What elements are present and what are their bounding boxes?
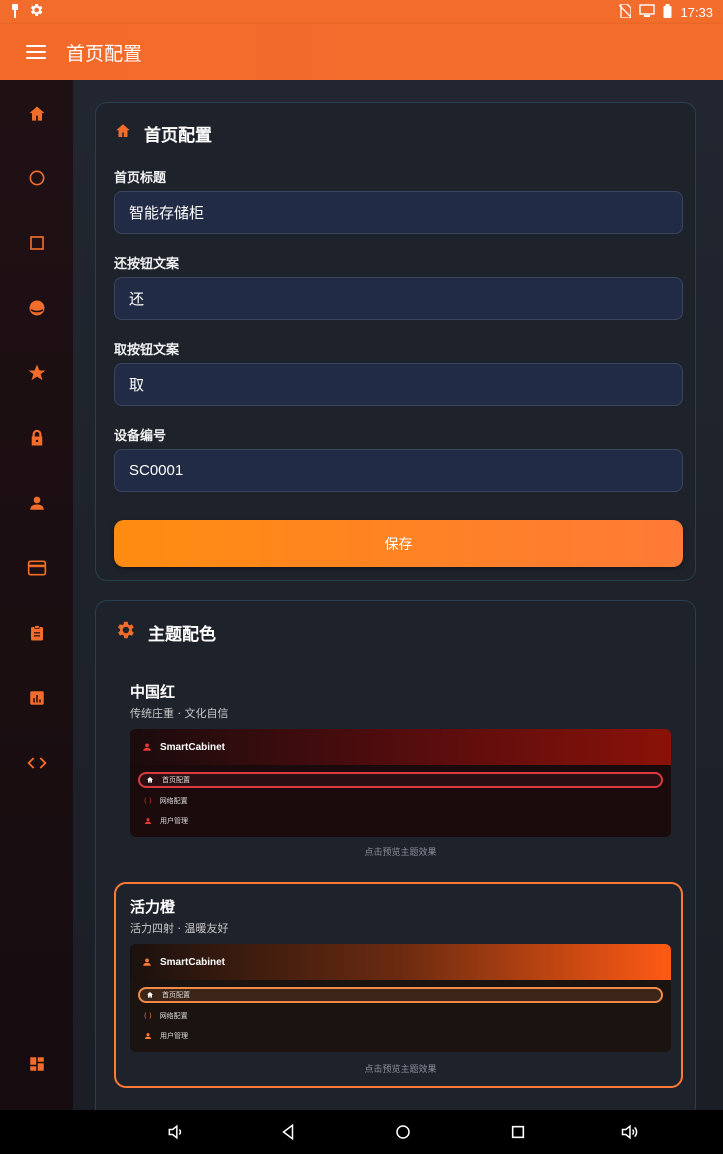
preview-item: 用户管理 bbox=[138, 813, 663, 829]
home-config-title: 首页配置 bbox=[144, 126, 212, 146]
clipboard-icon[interactable] bbox=[25, 621, 49, 645]
circle-icon[interactable] bbox=[25, 166, 49, 190]
theme-preview: SmartCabinet 首页配置 ( ) 网络配置 用户管理 bbox=[130, 944, 671, 1052]
app-bar: 首页配置 bbox=[0, 24, 723, 80]
home-config-card: 首页配置 首页标题 智能存储柜 还按钮文案 还 取按钮文案 取 设备编号 SC0… bbox=[95, 102, 696, 581]
take-button-text-input[interactable]: 取 bbox=[114, 363, 683, 406]
lock-icon[interactable] bbox=[25, 426, 49, 450]
home-config-icon bbox=[114, 122, 132, 145]
gear-icon bbox=[114, 619, 136, 646]
main-content: 首页配置 首页标题 智能存储柜 还按钮文案 还 取按钮文案 取 设备编号 SC0… bbox=[73, 80, 723, 1110]
no-sim-icon bbox=[618, 2, 633, 21]
theme-config-header: 主题配色 bbox=[114, 619, 216, 646]
theme-option-vibrant-orange[interactable]: 活力橙 活力四射 · 温暖友好 SmartCabinet 首页配置 ( ) 网络… bbox=[114, 882, 683, 1088]
menu-icon[interactable] bbox=[26, 45, 46, 59]
battery-icon bbox=[663, 3, 672, 21]
field-label-title: 首页标题 bbox=[114, 171, 167, 186]
home-config-header: 首页配置 bbox=[114, 121, 212, 146]
navigation-rail bbox=[0, 80, 73, 1110]
cast-icon bbox=[639, 3, 656, 21]
preview-brand: SmartCabinet bbox=[160, 956, 226, 968]
field-label-device: 设备编号 bbox=[114, 429, 167, 444]
preview-hint: 点击预览主题效果 bbox=[364, 1065, 437, 1075]
return-button-text-input[interactable]: 还 bbox=[114, 277, 683, 320]
preview-brand: SmartCabinet bbox=[160, 741, 226, 753]
back-icon[interactable] bbox=[276, 1120, 300, 1144]
chart-icon[interactable] bbox=[25, 686, 49, 710]
preview-item: 首页配置 bbox=[138, 987, 663, 1003]
page-title: 首页配置 bbox=[66, 42, 143, 65]
status-bar: 17:33 bbox=[0, 0, 723, 24]
theme-config-title: 主题配色 bbox=[148, 625, 216, 645]
preview-item: 首页配置 bbox=[138, 772, 663, 788]
settings-status-icon bbox=[28, 2, 44, 22]
field-label-return: 还按钮文案 bbox=[114, 257, 180, 272]
code-icon[interactable] bbox=[25, 751, 49, 775]
preview-header: SmartCabinet bbox=[130, 944, 671, 980]
theme-option-china-red[interactable]: 中国红 传统庄重 · 文化自信 SmartCabinet 首页配置 ( ) 网络… bbox=[114, 665, 683, 865]
preview-hint: 点击预览主题效果 bbox=[364, 848, 437, 858]
theme-preview: SmartCabinet 首页配置 ( ) 网络配置 用户管理 bbox=[130, 729, 671, 837]
theme-desc: 活力四射 · 温暖友好 bbox=[130, 922, 229, 935]
recents-icon[interactable] bbox=[506, 1120, 530, 1144]
save-button[interactable]: 保存 bbox=[114, 520, 683, 567]
volume-up-icon[interactable] bbox=[618, 1120, 642, 1144]
field-label-take: 取按钮文案 bbox=[114, 343, 180, 358]
volume-down-icon[interactable] bbox=[164, 1120, 188, 1144]
clock-text: 17:33 bbox=[680, 4, 713, 20]
device-id-input[interactable]: SC0001 bbox=[114, 449, 683, 492]
theme-desc: 传统庄重 · 文化自信 bbox=[130, 707, 229, 720]
usb-icon bbox=[10, 3, 20, 22]
dashboard-icon[interactable] bbox=[25, 1052, 49, 1076]
theme-name: 活力橙 bbox=[130, 898, 176, 916]
home-title-input[interactable]: 智能存储柜 bbox=[114, 191, 683, 234]
preview-item: ( ) 网络配置 bbox=[144, 1012, 188, 1020]
home-icon[interactable] bbox=[25, 102, 49, 126]
preview-header: SmartCabinet bbox=[130, 729, 671, 765]
theme-icon[interactable] bbox=[25, 296, 49, 320]
person-icon[interactable] bbox=[25, 491, 49, 515]
theme-name: 中国红 bbox=[130, 683, 176, 701]
system-navigation-bar bbox=[0, 1110, 723, 1154]
star-icon[interactable] bbox=[25, 361, 49, 385]
preview-item: ( ) 网络配置 bbox=[144, 797, 188, 805]
theme-config-card: 主题配色 中国红 传统庄重 · 文化自信 SmartCabinet 首页配置 (… bbox=[95, 600, 696, 1110]
preview-item: 用户管理 bbox=[138, 1028, 663, 1044]
card-icon[interactable] bbox=[25, 556, 49, 580]
home-nav-icon[interactable] bbox=[391, 1120, 415, 1144]
square-icon[interactable] bbox=[25, 231, 49, 255]
